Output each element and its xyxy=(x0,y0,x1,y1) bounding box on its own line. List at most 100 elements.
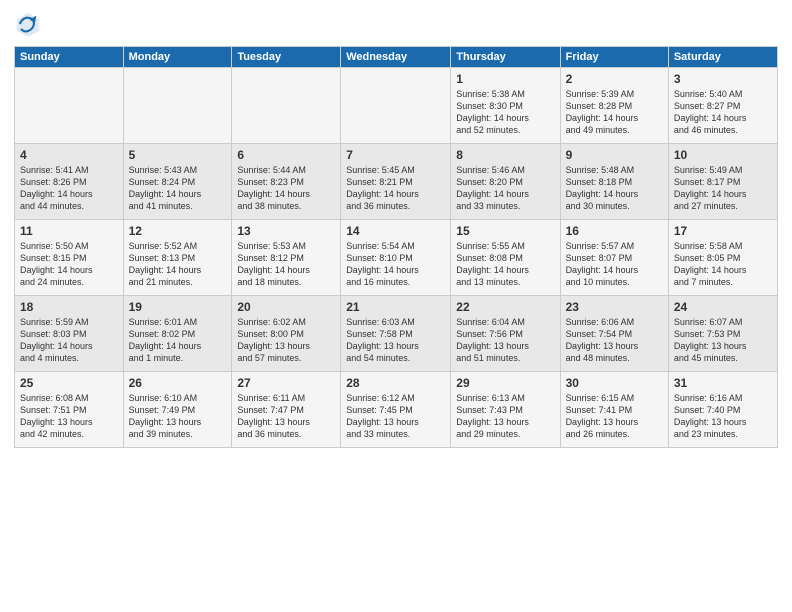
day-number: 16 xyxy=(566,224,663,238)
day-info: Sunrise: 5:55 AM Sunset: 8:08 PM Dayligh… xyxy=(456,240,554,289)
day-number: 31 xyxy=(674,376,772,390)
calendar-day xyxy=(232,68,341,144)
calendar-day xyxy=(341,68,451,144)
day-info: Sunrise: 5:40 AM Sunset: 8:27 PM Dayligh… xyxy=(674,88,772,137)
day-number: 14 xyxy=(346,224,445,238)
day-info: Sunrise: 6:11 AM Sunset: 7:47 PM Dayligh… xyxy=(237,392,335,441)
calendar-day: 27 Sunrise: 6:11 AM Sunset: 7:47 PM Dayli… xyxy=(232,372,341,448)
day-number: 10 xyxy=(674,148,772,162)
calendar-table: SundayMondayTuesdayWednesdayThursdayFrid… xyxy=(14,46,778,448)
day-info: Sunrise: 5:59 AM Sunset: 8:03 PM Dayligh… xyxy=(20,316,118,365)
day-number: 21 xyxy=(346,300,445,314)
day-info: Sunrise: 5:52 AM Sunset: 8:13 PM Dayligh… xyxy=(129,240,227,289)
day-header-thursday: Thursday xyxy=(451,47,560,68)
day-info: Sunrise: 6:10 AM Sunset: 7:49 PM Dayligh… xyxy=(129,392,227,441)
calendar-day: 23 Sunrise: 6:06 AM Sunset: 7:54 PM Dayli… xyxy=(560,296,668,372)
day-number: 15 xyxy=(456,224,554,238)
calendar-day: 9 Sunrise: 5:48 AM Sunset: 8:18 PM Daylig… xyxy=(560,144,668,220)
calendar-week-4: 18 Sunrise: 5:59 AM Sunset: 8:03 PM Dayli… xyxy=(15,296,778,372)
day-info: Sunrise: 5:46 AM Sunset: 8:20 PM Dayligh… xyxy=(456,164,554,213)
calendar-week-1: 1 Sunrise: 5:38 AM Sunset: 8:30 PM Daylig… xyxy=(15,68,778,144)
calendar-day: 24 Sunrise: 6:07 AM Sunset: 7:53 PM Dayli… xyxy=(668,296,777,372)
day-number: 12 xyxy=(129,224,227,238)
logo-icon xyxy=(14,10,42,38)
day-info: Sunrise: 6:04 AM Sunset: 7:56 PM Dayligh… xyxy=(456,316,554,365)
calendar-day: 7Sunrise: 5:45 AM Sunset: 8:21 PM Daylig… xyxy=(341,144,451,220)
calendar-day: 10 Sunrise: 5:49 AM Sunset: 8:17 PM Dayli… xyxy=(668,144,777,220)
day-number: 27 xyxy=(237,376,335,390)
calendar-day: 26 Sunrise: 6:10 AM Sunset: 7:49 PM Dayli… xyxy=(123,372,232,448)
calendar-day: 2 Sunrise: 5:39 AM Sunset: 8:28 PM Daylig… xyxy=(560,68,668,144)
calendar-day: 16 Sunrise: 5:57 AM Sunset: 8:07 PM Dayli… xyxy=(560,220,668,296)
day-info: Sunrise: 6:08 AM Sunset: 7:51 PM Dayligh… xyxy=(20,392,118,441)
calendar-day: 15 Sunrise: 5:55 AM Sunset: 8:08 PM Dayli… xyxy=(451,220,560,296)
day-number: 3 xyxy=(674,72,772,86)
calendar-day: 1 Sunrise: 5:38 AM Sunset: 8:30 PM Daylig… xyxy=(451,68,560,144)
day-number: 17 xyxy=(674,224,772,238)
calendar-day: 14 Sunrise: 5:54 AM Sunset: 8:10 PM Dayli… xyxy=(341,220,451,296)
day-info: Sunrise: 5:43 AM Sunset: 8:24 PM Dayligh… xyxy=(129,164,227,213)
day-header-saturday: Saturday xyxy=(668,47,777,68)
calendar-day: 29 Sunrise: 6:13 AM Sunset: 7:43 PM Dayli… xyxy=(451,372,560,448)
day-info: Sunrise: 5:44 AM Sunset: 8:23 PM Dayligh… xyxy=(237,164,335,213)
calendar-day: 21Sunrise: 6:03 AM Sunset: 7:58 PM Dayli… xyxy=(341,296,451,372)
day-info: Sunrise: 5:39 AM Sunset: 8:28 PM Dayligh… xyxy=(566,88,663,137)
day-info: Sunrise: 6:01 AM Sunset: 8:02 PM Dayligh… xyxy=(129,316,227,365)
day-number: 25 xyxy=(20,376,118,390)
calendar-day: 17 Sunrise: 5:58 AM Sunset: 8:05 PM Dayli… xyxy=(668,220,777,296)
day-number: 1 xyxy=(456,72,554,86)
day-number: 9 xyxy=(566,148,663,162)
page-container: SundayMondayTuesdayWednesdayThursdayFrid… xyxy=(0,0,792,458)
calendar-week-5: 25 Sunrise: 6:08 AM Sunset: 7:51 PM Dayli… xyxy=(15,372,778,448)
day-number: 2 xyxy=(566,72,663,86)
calendar-day xyxy=(123,68,232,144)
day-info: Sunrise: 5:54 AM Sunset: 8:10 PM Dayligh… xyxy=(346,240,445,289)
calendar-day: 12 Sunrise: 5:52 AM Sunset: 8:13 PM Dayli… xyxy=(123,220,232,296)
day-number: 23 xyxy=(566,300,663,314)
day-info: Sunrise: 5:50 AM Sunset: 8:15 PM Dayligh… xyxy=(20,240,118,289)
day-header-wednesday: Wednesday xyxy=(341,47,451,68)
day-info: Sunrise: 5:58 AM Sunset: 8:05 PM Dayligh… xyxy=(674,240,772,289)
day-number: 18 xyxy=(20,300,118,314)
day-info: Sunrise: 6:07 AM Sunset: 7:53 PM Dayligh… xyxy=(674,316,772,365)
calendar-day: 6 Sunrise: 5:44 AM Sunset: 8:23 PM Daylig… xyxy=(232,144,341,220)
day-info: Sunrise: 5:48 AM Sunset: 8:18 PM Dayligh… xyxy=(566,164,663,213)
day-number: 22 xyxy=(456,300,554,314)
calendar-day: 28Sunrise: 6:12 AM Sunset: 7:45 PM Dayli… xyxy=(341,372,451,448)
calendar-day: 22 Sunrise: 6:04 AM Sunset: 7:56 PM Dayli… xyxy=(451,296,560,372)
calendar-day: 13 Sunrise: 5:53 AM Sunset: 8:12 PM Dayli… xyxy=(232,220,341,296)
day-number: 8 xyxy=(456,148,554,162)
calendar-day: 20 Sunrise: 6:02 AM Sunset: 8:00 PM Dayli… xyxy=(232,296,341,372)
day-number: 7 xyxy=(346,148,445,162)
day-number: 24 xyxy=(674,300,772,314)
day-info: Sunrise: 6:06 AM Sunset: 7:54 PM Dayligh… xyxy=(566,316,663,365)
day-header-friday: Friday xyxy=(560,47,668,68)
day-info: Sunrise: 5:41 AM Sunset: 8:26 PM Dayligh… xyxy=(20,164,118,213)
day-header-tuesday: Tuesday xyxy=(232,47,341,68)
day-number: 13 xyxy=(237,224,335,238)
day-number: 29 xyxy=(456,376,554,390)
day-info: Sunrise: 6:15 AM Sunset: 7:41 PM Dayligh… xyxy=(566,392,663,441)
day-info: Sunrise: 6:13 AM Sunset: 7:43 PM Dayligh… xyxy=(456,392,554,441)
day-number: 20 xyxy=(237,300,335,314)
day-info: Sunrise: 5:49 AM Sunset: 8:17 PM Dayligh… xyxy=(674,164,772,213)
calendar-day: 8 Sunrise: 5:46 AM Sunset: 8:20 PM Daylig… xyxy=(451,144,560,220)
calendar-header-row: SundayMondayTuesdayWednesdayThursdayFrid… xyxy=(15,47,778,68)
calendar-day: 18 Sunrise: 5:59 AM Sunset: 8:03 PM Dayli… xyxy=(15,296,124,372)
calendar-day: 4 Sunrise: 5:41 AM Sunset: 8:26 PM Daylig… xyxy=(15,144,124,220)
calendar-day: 25 Sunrise: 6:08 AM Sunset: 7:51 PM Dayli… xyxy=(15,372,124,448)
page-header xyxy=(14,10,778,38)
day-info: Sunrise: 5:38 AM Sunset: 8:30 PM Dayligh… xyxy=(456,88,554,137)
day-number: 19 xyxy=(129,300,227,314)
day-number: 6 xyxy=(237,148,335,162)
day-info: Sunrise: 5:53 AM Sunset: 8:12 PM Dayligh… xyxy=(237,240,335,289)
day-number: 26 xyxy=(129,376,227,390)
calendar-day: 30 Sunrise: 6:15 AM Sunset: 7:41 PM Dayli… xyxy=(560,372,668,448)
day-header-sunday: Sunday xyxy=(15,47,124,68)
day-info: Sunrise: 5:57 AM Sunset: 8:07 PM Dayligh… xyxy=(566,240,663,289)
day-info: Sunrise: 6:02 AM Sunset: 8:00 PM Dayligh… xyxy=(237,316,335,365)
day-header-monday: Monday xyxy=(123,47,232,68)
day-number: 4 xyxy=(20,148,118,162)
day-number: 30 xyxy=(566,376,663,390)
calendar-day xyxy=(15,68,124,144)
